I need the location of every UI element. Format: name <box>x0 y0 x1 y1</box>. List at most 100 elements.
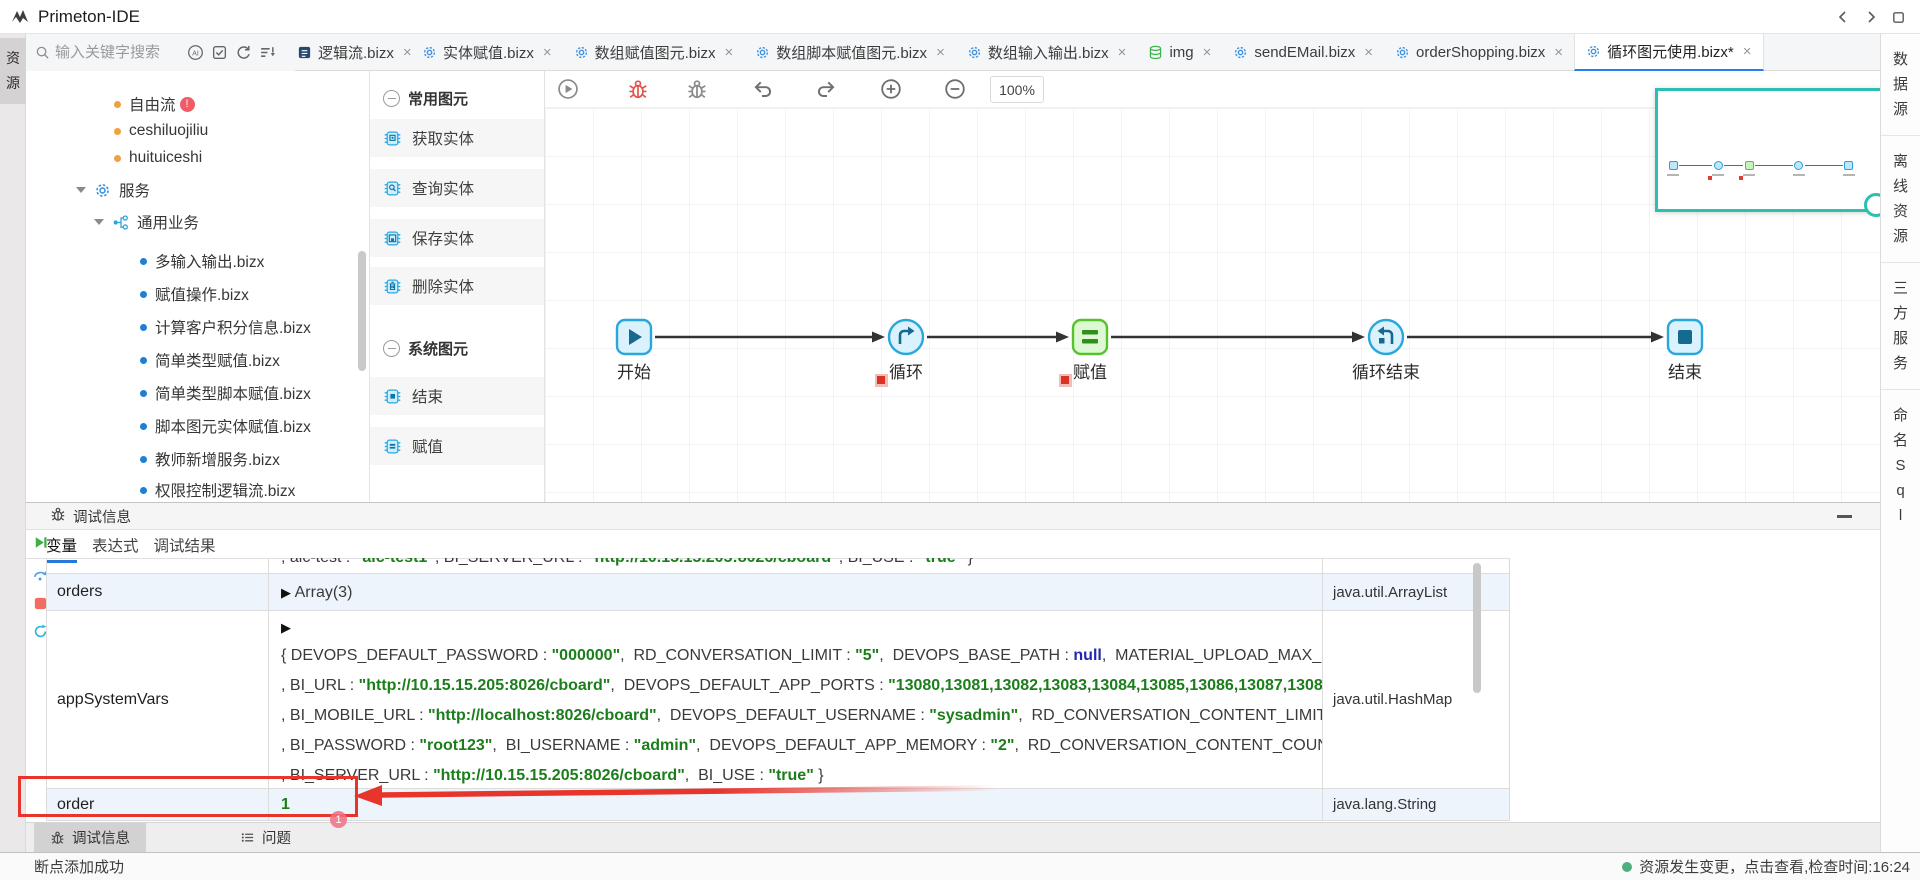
zoom-in-button[interactable] <box>880 78 902 105</box>
minimap-node <box>1844 161 1853 170</box>
flow-node-loop[interactable] <box>887 318 925 356</box>
tree-item-label: 脚本图元实体赋值.bizx <box>155 415 311 437</box>
debug-table-scrollbar[interactable] <box>1473 563 1481 693</box>
close-icon[interactable]: × <box>724 44 733 61</box>
collapse-icon[interactable] <box>383 340 400 357</box>
rail-tab-resources[interactable]: 资源 <box>0 38 26 104</box>
flow-node-end[interactable] <box>1666 318 1704 356</box>
close-icon[interactable]: × <box>1743 43 1752 60</box>
tree-item[interactable]: 教师新增服务.bizx <box>140 445 280 473</box>
nav-back-icon[interactable] <box>1835 9 1851 25</box>
tree-item[interactable]: 简单类型赋值.bizx <box>140 346 280 374</box>
editor-tab[interactable]: sendEMail.bizx× <box>1222 34 1384 71</box>
app-logo-icon <box>10 7 30 27</box>
minimize-icon[interactable] <box>1837 515 1852 518</box>
flow-node-start[interactable] <box>615 318 653 356</box>
validate-button[interactable] <box>211 44 228 61</box>
tree-item[interactable]: 多输入输出.bizx <box>140 247 264 275</box>
flow-node-loop-end[interactable] <box>1367 318 1405 356</box>
minimap[interactable] <box>1655 88 1880 212</box>
sort-button[interactable] <box>259 44 276 61</box>
rail-tab-3[interactable]: 三方服务 <box>1881 263 1920 390</box>
palette-item[interactable]: 查询实体 <box>370 169 544 207</box>
bullet-icon <box>114 155 121 162</box>
variable-row-order[interactable]: order1java.lang.String <box>47 789 1509 821</box>
window-restore-icon[interactable] <box>1891 10 1906 25</box>
tree-item[interactable]: 计算客户积分信息.bizx <box>140 313 311 341</box>
editor-tab[interactable]: 实体赋值.bizx× <box>411 34 563 71</box>
close-icon[interactable]: × <box>1203 44 1212 61</box>
variable-value[interactable]: 1 <box>269 789 1323 820</box>
variable-row-appSystemVars[interactable]: appSystemVars▶{ DEVOPS_DEFAULT_PASSWORD … <box>47 611 1509 789</box>
palette-item[interactable]: 赋值 <box>370 427 544 465</box>
run-button[interactable] <box>557 78 579 105</box>
breakpoint-icon[interactable] <box>875 374 888 387</box>
palette-section-header[interactable]: 常用图元 <box>370 83 544 113</box>
editor-tab-strip: 逻辑流.bizx×实体赋值.bizx×数组赋值图元.bizx×数组脚本赋值图元.… <box>295 34 1880 71</box>
tree-scrollbar[interactable] <box>358 251 366 371</box>
nav-forward-icon[interactable] <box>1863 9 1879 25</box>
debug-tab[interactable]: 表达式 <box>92 534 139 560</box>
debug-active-button[interactable] <box>627 78 649 105</box>
breakpoint-icon[interactable] <box>1059 374 1072 387</box>
palette-item[interactable]: 保存实体 <box>370 219 544 257</box>
close-icon[interactable]: × <box>403 44 411 61</box>
tree-item[interactable]: 脚本图元实体赋值.bizx <box>140 412 311 440</box>
tree-item[interactable]: 通用业务 <box>94 208 199 236</box>
flow-node-assign[interactable] <box>1071 318 1109 356</box>
close-icon[interactable]: × <box>1118 44 1127 61</box>
right-activity-rail: 数据源离线资源三方服务命名Sql <box>1880 34 1920 852</box>
resource-change-notice[interactable]: 资源发生变更，点击查看,检查时间:16:24 <box>1622 856 1910 877</box>
editor-tab[interactable]: 循环图元使用.bizx*× <box>1574 34 1763 71</box>
tree-item[interactable]: 权限控制逻辑流.bizx <box>140 476 295 502</box>
editor-tab[interactable]: 逻辑流.bizx× <box>295 34 411 71</box>
editor-tab[interactable]: 数组脚本赋值图元.bizx× <box>744 34 956 71</box>
editor-tab[interactable]: orderShopping.bizx× <box>1384 34 1574 71</box>
close-icon[interactable]: × <box>543 44 552 61</box>
caret-down-icon[interactable] <box>94 219 104 225</box>
tree-item[interactable]: ceshiluojiliu <box>114 117 208 145</box>
bottom-tab[interactable]: 问题 <box>224 823 307 852</box>
validate-icon <box>211 44 228 61</box>
resume-button[interactable] <box>32 534 49 556</box>
palette-item[interactable]: 删除实体 <box>370 267 544 305</box>
ai-button[interactable]: AI <box>187 44 204 61</box>
palette-section-title: 系统图元 <box>408 338 468 359</box>
variable-row[interactable]: , aic-test : "aic-test1", BI_SERVER_URL … <box>47 558 1509 574</box>
palette-item[interactable]: 获取实体 <box>370 119 544 157</box>
editor-tab[interactable]: img× <box>1137 34 1222 71</box>
search-input[interactable] <box>55 44 185 61</box>
zoom-out-button[interactable] <box>944 78 966 105</box>
debug-button[interactable] <box>686 78 708 105</box>
tree-item[interactable]: 自由流! <box>114 90 195 118</box>
tree-item[interactable]: 简单类型脚本赋值.bizx <box>140 379 311 407</box>
redo-button[interactable] <box>816 78 838 105</box>
refresh-button[interactable] <box>235 44 252 61</box>
tree-item[interactable]: 赋值操作.bizx <box>140 280 249 308</box>
palette-item[interactable]: 结束 <box>370 377 544 415</box>
zoom-level[interactable]: 100% <box>990 76 1044 103</box>
toolbar-row: AI 逻辑流.bizx×实体赋值.bizx×数组赋值图元.bizx×数组脚本赋值… <box>0 34 1920 71</box>
close-icon[interactable]: × <box>1554 44 1563 61</box>
bottom-tab[interactable]: 调试信息 <box>34 823 146 852</box>
tree-item[interactable]: 服务 <box>76 176 150 204</box>
tree-item[interactable]: huituiceshi <box>114 144 202 172</box>
rail-tab-4[interactable]: 命名Sql <box>1881 390 1920 541</box>
collapse-icon[interactable] <box>383 90 400 107</box>
close-icon[interactable]: × <box>936 44 945 61</box>
variable-value[interactable]: ▶ Array(3) <box>269 574 1323 610</box>
svg-text:AI: AI <box>192 50 199 57</box>
rail-tab-2[interactable]: 离线资源 <box>1881 136 1920 263</box>
undo-button[interactable] <box>751 78 773 105</box>
variable-value[interactable]: , aic-test : "aic-test1", BI_SERVER_URL … <box>269 558 1323 573</box>
rail-tab-1[interactable]: 数据源 <box>1881 34 1920 136</box>
editor-tab[interactable]: 数组输入输出.bizx× <box>956 34 1138 71</box>
debug-tab[interactable]: 调试结果 <box>154 534 216 560</box>
editor-tab[interactable]: 数组赋值图元.bizx× <box>563 34 745 71</box>
debug-icon <box>686 78 708 100</box>
caret-down-icon[interactable] <box>76 187 86 193</box>
palette-section-header[interactable]: 系统图元 <box>370 333 544 363</box>
variable-value[interactable]: ▶{ DEVOPS_DEFAULT_PASSWORD : "000000", R… <box>269 611 1323 788</box>
close-icon[interactable]: × <box>1364 44 1373 61</box>
variable-row-orders[interactable]: orders▶ Array(3)java.util.ArrayList <box>47 574 1509 611</box>
